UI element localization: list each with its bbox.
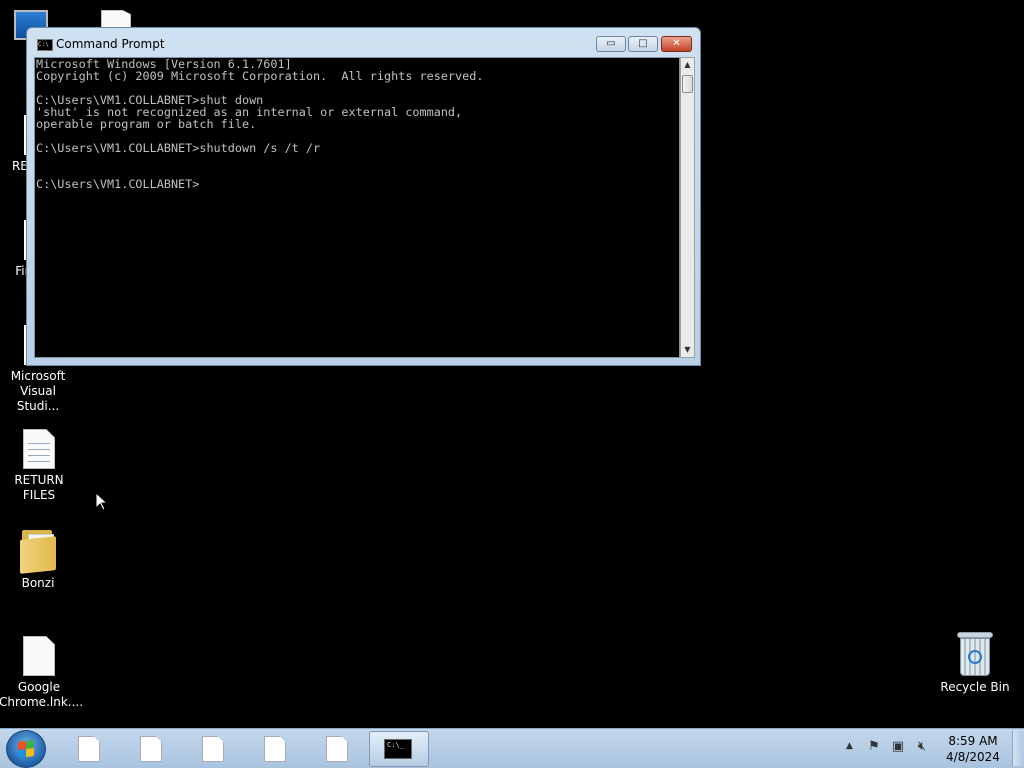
clock-date: 4/8/2024	[946, 750, 1000, 764]
clock-time: 8:59 AM	[948, 734, 998, 748]
taskbar-item[interactable]	[308, 731, 364, 767]
desktop-icon-label: RETURN FILES	[14, 473, 64, 502]
console-text: Microsoft Windows [Version 6.1.7601] Cop…	[36, 57, 484, 191]
window-title: Command Prompt	[56, 37, 165, 51]
taskbar-item[interactable]	[122, 731, 178, 767]
scroll-up-arrow-icon[interactable]: ▲	[681, 58, 694, 72]
document-icon	[202, 736, 224, 762]
scroll-thumb[interactable]	[682, 75, 693, 93]
desktop-icon-chrome-lnk[interactable]: Google Chrome.lnk....	[0, 636, 84, 710]
mouse-cursor-icon	[95, 491, 109, 515]
desktop-icon-label: Google Chrome.lnk....	[0, 680, 84, 709]
vertical-scrollbar[interactable]: ▲ ▼	[680, 57, 695, 358]
taskbar-item[interactable]	[60, 731, 116, 767]
document-icon	[326, 736, 348, 762]
show-hidden-icons-button[interactable]: ▲	[846, 741, 853, 751]
document-icon	[264, 736, 286, 762]
command-prompt-icon: C:\_	[384, 739, 412, 759]
document-icon	[78, 736, 100, 762]
console-output[interactable]: Microsoft Windows [Version 6.1.7601] Cop…	[34, 57, 680, 358]
document-icon	[140, 736, 162, 762]
volume-muted-icon[interactable]: 🔇︎	[914, 739, 930, 755]
minimize-button[interactable]: ▭	[596, 36, 626, 52]
command-prompt-window[interactable]: C:\ Command Prompt ▭ □ ✕ Microsoft Windo…	[26, 27, 701, 366]
document-icon	[23, 636, 55, 676]
taskbar: C:\_ ▲ ⚑ ▣ 🔇︎ 8:59 AM 4/8/2024	[0, 728, 1024, 768]
text-document-icon	[23, 429, 55, 469]
title-bar[interactable]: C:\ Command Prompt ▭ □ ✕	[27, 28, 700, 58]
desktop-icon-recycle-bin[interactable]: Recycle Bin	[935, 632, 1015, 695]
command-prompt-icon: C:\	[37, 39, 53, 51]
scroll-down-arrow-icon[interactable]: ▼	[681, 343, 694, 357]
folder-icon	[20, 528, 56, 574]
maximize-button[interactable]: □	[628, 36, 658, 52]
network-icon[interactable]: ▣	[890, 739, 906, 755]
desktop-icon-label: Recycle Bin	[940, 680, 1010, 694]
desktop-icon-label: Bonzi	[21, 576, 55, 590]
desktop-icon-label: Microsoft Visual Studi...	[10, 369, 66, 413]
desktop-icon-bonzi[interactable]: Bonzi	[0, 528, 78, 591]
taskbar-item-command-prompt[interactable]: C:\_	[369, 731, 429, 767]
system-clock[interactable]: 8:59 AM 4/8/2024	[938, 733, 1008, 765]
recycle-bin-icon	[957, 632, 993, 676]
taskbar-item[interactable]	[246, 731, 302, 767]
action-center-icon[interactable]: ⚑	[866, 739, 882, 755]
start-button[interactable]	[6, 730, 46, 768]
taskbar-item[interactable]	[184, 731, 240, 767]
close-button[interactable]: ✕	[661, 36, 692, 52]
show-desktop-button[interactable]	[1012, 731, 1023, 766]
desktop-icon-return-files[interactable]: RETURN FILES	[0, 429, 79, 503]
windows-logo-icon	[18, 740, 34, 758]
